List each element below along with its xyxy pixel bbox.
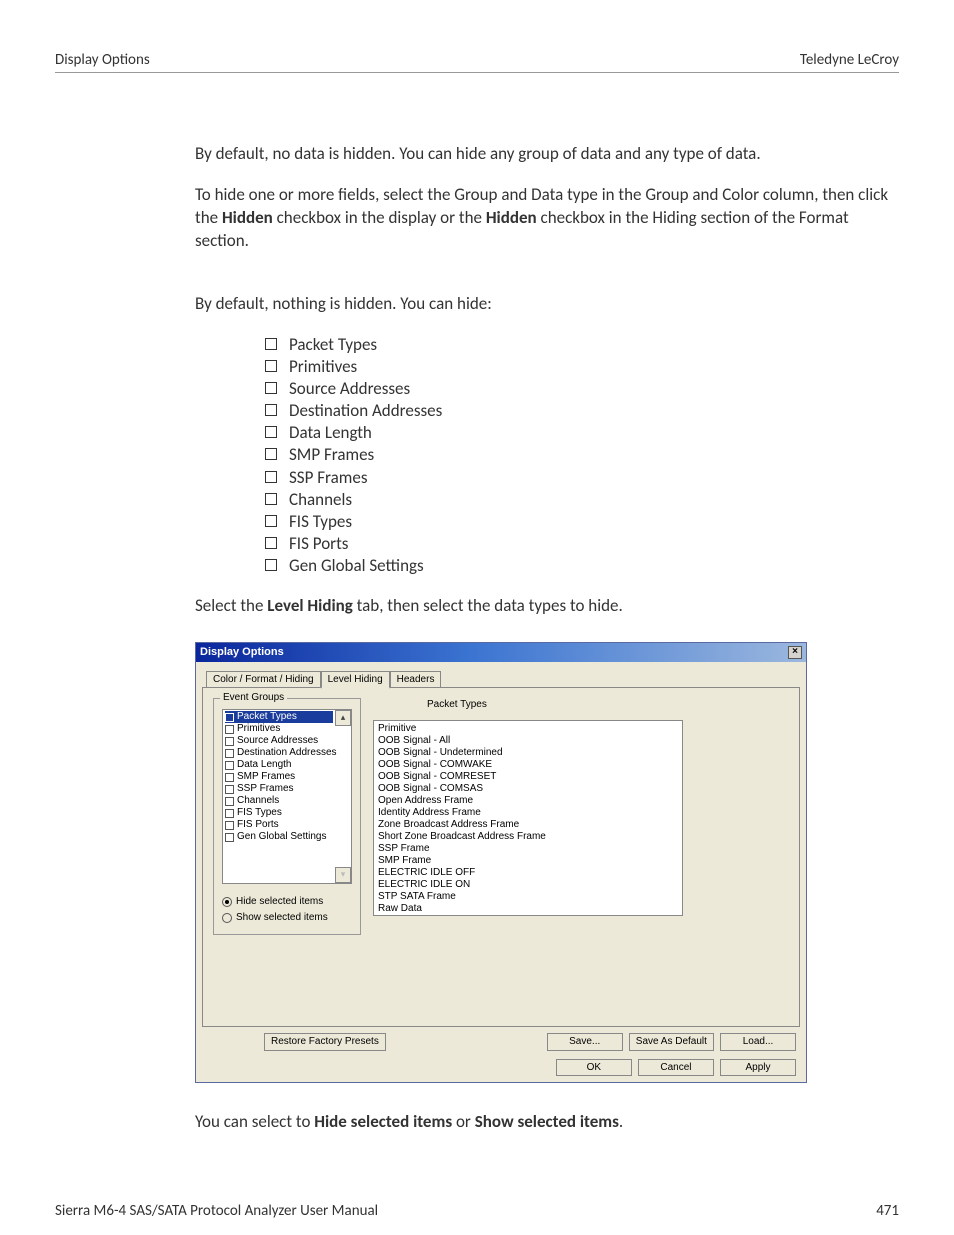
save-button[interactable]: Save... bbox=[547, 1033, 623, 1051]
groupbox-legend: Event Groups bbox=[220, 691, 287, 705]
event-groups-box: Event Groups ▴ Packet Types Primitives S… bbox=[213, 698, 361, 935]
tab-headers[interactable]: Headers bbox=[390, 671, 442, 689]
footer-left: Sierra M6-4 SAS/SATA Protocol Analyzer U… bbox=[55, 1201, 378, 1221]
packet-types-listbox[interactable]: Primitive OOB Signal - All OOB Signal - … bbox=[373, 720, 683, 916]
list-item[interactable]: Primitives bbox=[225, 723, 333, 735]
list-item[interactable]: FIS Ports bbox=[225, 819, 333, 831]
scroll-up-icon[interactable]: ▴ bbox=[335, 710, 351, 726]
list-item[interactable]: STP SATA Frame bbox=[378, 891, 678, 903]
radio-icon bbox=[222, 913, 232, 923]
dialog-title-text: Display Options bbox=[200, 645, 284, 660]
list-item: Channels bbox=[265, 489, 899, 511]
para-2: To hide one or more fields, select the G… bbox=[195, 184, 899, 253]
list-item[interactable]: OOB Signal - COMRESET bbox=[378, 771, 678, 783]
list-item[interactable]: SMP Frames bbox=[225, 771, 333, 783]
page-footer: Sierra M6-4 SAS/SATA Protocol Analyzer U… bbox=[55, 1201, 899, 1221]
header-left: Display Options bbox=[55, 50, 150, 70]
close-icon[interactable]: × bbox=[788, 646, 802, 659]
list-item[interactable]: Data Length bbox=[225, 759, 333, 771]
para-4: Select the Level Hiding tab, then select… bbox=[195, 595, 899, 618]
checkbox-icon[interactable] bbox=[225, 749, 234, 758]
list-item[interactable]: OOB Signal - COMSAS bbox=[378, 783, 678, 795]
button-row-2: OK Cancel Apply bbox=[202, 1053, 800, 1079]
list-item: SMP Frames bbox=[265, 444, 899, 466]
list-item[interactable]: ELECTRIC IDLE OFF bbox=[378, 867, 678, 879]
list-item[interactable]: SSP Frames bbox=[225, 783, 333, 795]
list-item[interactable]: Zone Broadcast Address Frame bbox=[378, 819, 678, 831]
checkbox-icon[interactable] bbox=[225, 761, 234, 770]
checkbox-icon[interactable] bbox=[225, 737, 234, 746]
list-item: Gen Global Settings bbox=[265, 555, 899, 577]
checkbox-icon[interactable] bbox=[225, 809, 234, 818]
checkbox-icon[interactable] bbox=[225, 713, 234, 722]
para-5: You can select to Hide selected items or… bbox=[195, 1111, 899, 1134]
checkbox-icon[interactable] bbox=[225, 773, 234, 782]
list-item[interactable]: Open Address Frame bbox=[378, 795, 678, 807]
list-item[interactable]: Raw Data bbox=[378, 903, 678, 915]
list-item[interactable]: Primitive bbox=[378, 723, 678, 735]
apply-button[interactable]: Apply bbox=[720, 1059, 796, 1077]
list-item: Source Addresses bbox=[265, 378, 899, 400]
radio-icon bbox=[222, 897, 232, 907]
list-item: Data Length bbox=[265, 422, 899, 444]
event-groups-listbox[interactable]: ▴ Packet Types Primitives Source Address… bbox=[222, 709, 352, 884]
radio-hide-selected[interactable]: Hide selected items bbox=[222, 894, 352, 910]
tab-level-hiding[interactable]: Level Hiding bbox=[321, 671, 390, 690]
checkbox-icon[interactable] bbox=[225, 785, 234, 794]
load-button[interactable]: Load... bbox=[720, 1033, 796, 1051]
hide-list: Packet Types Primitives Source Addresses… bbox=[265, 334, 899, 577]
save-as-default-button[interactable]: Save As Default bbox=[629, 1033, 714, 1051]
list-item: Packet Types bbox=[265, 334, 899, 356]
list-item[interactable]: ELECTRIC IDLE ON bbox=[378, 879, 678, 891]
list-item[interactable]: OOB Signal - All bbox=[378, 735, 678, 747]
tabstrip: Color / Format / Hiding Level Hiding Hea… bbox=[206, 671, 800, 689]
list-item-packet-types[interactable]: Packet Types bbox=[225, 711, 333, 723]
list-item: FIS Types bbox=[265, 511, 899, 533]
packet-types-title: Packet Types bbox=[427, 698, 789, 712]
list-item: SSP Frames bbox=[265, 467, 899, 489]
list-item: FIS Ports bbox=[265, 533, 899, 555]
checkbox-icon[interactable] bbox=[225, 821, 234, 830]
list-item[interactable]: SMP Frame bbox=[378, 855, 678, 867]
checkbox-icon[interactable] bbox=[225, 797, 234, 806]
display-options-dialog: Display Options × Color / Format / Hidin… bbox=[195, 642, 807, 1084]
page-header: Display Options Teledyne LeCroy bbox=[55, 50, 899, 73]
para-1: By default, no data is hidden. You can h… bbox=[195, 143, 899, 166]
list-item[interactable]: Short Zone Broadcast Address Frame bbox=[378, 831, 678, 843]
ok-button[interactable]: OK bbox=[556, 1059, 632, 1077]
cancel-button[interactable]: Cancel bbox=[638, 1059, 714, 1077]
list-item[interactable]: Gen Global Settings bbox=[225, 831, 333, 843]
list-item: Destination Addresses bbox=[265, 400, 899, 422]
tab-color-format-hiding[interactable]: Color / Format / Hiding bbox=[206, 671, 321, 689]
list-item[interactable]: Source Addresses bbox=[225, 735, 333, 747]
list-item[interactable]: Destination Addresses bbox=[225, 747, 333, 759]
checkbox-icon[interactable] bbox=[225, 833, 234, 842]
list-item[interactable]: OOB Signal - COMWAKE bbox=[378, 759, 678, 771]
tab-panel: Event Groups ▴ Packet Types Primitives S… bbox=[202, 687, 800, 1027]
header-right: Teledyne LeCroy bbox=[800, 50, 899, 70]
dialog-titlebar: Display Options × bbox=[196, 643, 806, 662]
scroll-down-icon[interactable]: ▾ bbox=[335, 867, 351, 883]
list-item[interactable]: OOB Signal - Undetermined bbox=[378, 747, 678, 759]
checkbox-icon[interactable] bbox=[225, 725, 234, 734]
button-row-1: Restore Factory Presets Save... Save As … bbox=[202, 1027, 800, 1053]
list-item[interactable]: Identity Address Frame bbox=[378, 807, 678, 819]
footer-page-number: 471 bbox=[876, 1201, 899, 1221]
para-3: By default, nothing is hidden. You can h… bbox=[195, 293, 899, 316]
list-item[interactable]: Channels bbox=[225, 795, 333, 807]
restore-factory-presets-button[interactable]: Restore Factory Presets bbox=[264, 1033, 386, 1051]
list-item: Primitives bbox=[265, 356, 899, 378]
radio-show-selected[interactable]: Show selected items bbox=[222, 910, 352, 926]
list-item[interactable]: FIS Types bbox=[225, 807, 333, 819]
list-item[interactable]: SSP Frame bbox=[378, 843, 678, 855]
